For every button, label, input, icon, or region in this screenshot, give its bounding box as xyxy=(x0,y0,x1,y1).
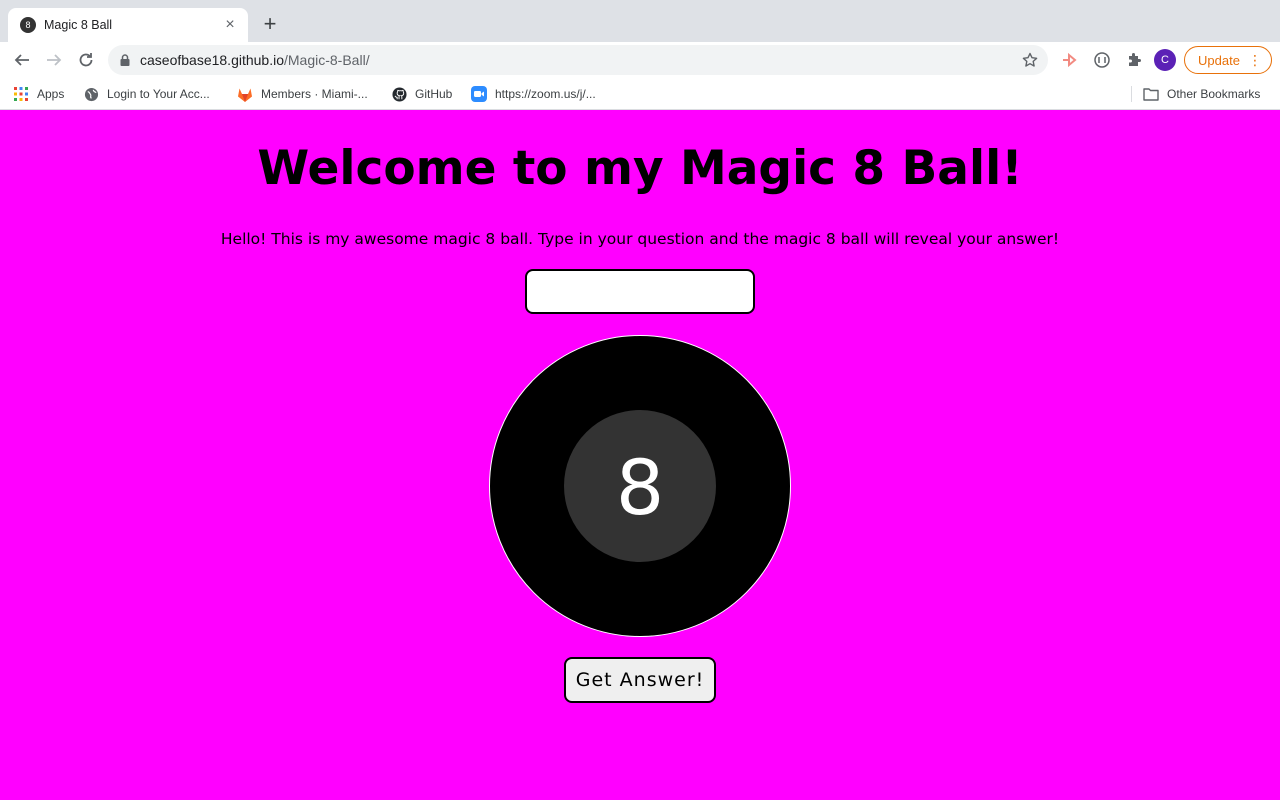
address-bar[interactable]: caseofbase18.github.io/Magic-8-Ball/ xyxy=(108,45,1048,75)
update-button[interactable]: Update ⋮ xyxy=(1184,46,1272,74)
magic-8-ball: 8 xyxy=(489,335,791,637)
bookmarks-separator xyxy=(1131,86,1132,102)
menu-dots-icon: ⋮ xyxy=(1248,52,1262,68)
bookmark-github[interactable]: GitHub xyxy=(391,84,452,104)
bookmark-label: Login to Your Acc... xyxy=(107,87,210,101)
question-input[interactable] xyxy=(525,269,755,314)
bookmark-label: Members · Miami-... xyxy=(261,87,368,101)
tab-strip: 8 Magic 8 Ball × + xyxy=(0,0,1280,42)
gitlab-icon xyxy=(237,86,253,102)
url-path: /Magic-8-Ball/ xyxy=(284,52,370,68)
tab-magic-8-ball[interactable]: 8 Magic 8 Ball × xyxy=(8,8,248,42)
ball-window: 8 xyxy=(564,410,716,562)
reload-button[interactable] xyxy=(72,46,100,74)
page-title: Welcome to my Magic 8 Ball! xyxy=(257,141,1023,196)
globe-icon xyxy=(83,86,99,102)
bookmark-label: https://zoom.us/j/... xyxy=(495,87,596,101)
intro-text: Hello! This is my awesome magic 8 ball. … xyxy=(220,230,1060,248)
extension-red-icon[interactable] xyxy=(1058,48,1082,72)
get-answer-button[interactable]: Get Answer! xyxy=(564,657,716,703)
bookmarks-bar: Apps Login to Your Acc... Members · Miam… xyxy=(0,78,1280,110)
bookmark-members[interactable]: Members · Miami-... xyxy=(237,84,368,104)
bookmark-apps[interactable]: Apps xyxy=(13,84,64,104)
github-icon xyxy=(391,86,407,102)
forward-button[interactable] xyxy=(40,46,68,74)
ball-answer-text: 8 xyxy=(615,443,665,532)
folder-icon xyxy=(1143,86,1159,102)
other-bookmarks-label: Other Bookmarks xyxy=(1167,87,1261,101)
close-tab-icon[interactable]: × xyxy=(222,17,238,33)
bookmark-login[interactable]: Login to Your Acc... xyxy=(83,84,210,104)
url-text: caseofbase18.github.io/Magic-8-Ball/ xyxy=(140,52,1022,68)
lock-icon[interactable] xyxy=(120,54,130,66)
bookmark-star-icon[interactable] xyxy=(1022,52,1038,68)
update-label: Update xyxy=(1198,52,1240,68)
bookmark-label: Apps xyxy=(37,87,65,101)
page-content: Welcome to my Magic 8 Ball! Hello! This … xyxy=(0,111,1280,800)
forward-arrow-icon xyxy=(47,54,62,66)
tab-title: Magic 8 Ball xyxy=(44,18,113,32)
url-host: caseofbase18.github.io xyxy=(140,52,284,68)
new-tab-button[interactable]: + xyxy=(258,13,282,37)
tab-favicon-icon: 8 xyxy=(20,17,36,33)
extensions-puzzle-icon[interactable] xyxy=(1122,48,1146,72)
other-bookmarks[interactable]: Other Bookmarks xyxy=(1143,84,1260,104)
reload-icon xyxy=(79,53,93,67)
bookmark-label: GitHub xyxy=(415,87,453,101)
back-arrow-icon xyxy=(14,54,29,66)
browser-toolbar: caseofbase18.github.io/Magic-8-Ball/ C U… xyxy=(0,42,1280,78)
back-button[interactable] xyxy=(8,46,36,74)
apps-grid-icon xyxy=(13,86,29,102)
zoom-icon xyxy=(471,86,487,102)
profile-avatar[interactable]: C xyxy=(1154,49,1176,71)
extension-circle-icon[interactable] xyxy=(1090,48,1114,72)
bookmark-zoom[interactable]: https://zoom.us/j/... xyxy=(471,84,596,104)
